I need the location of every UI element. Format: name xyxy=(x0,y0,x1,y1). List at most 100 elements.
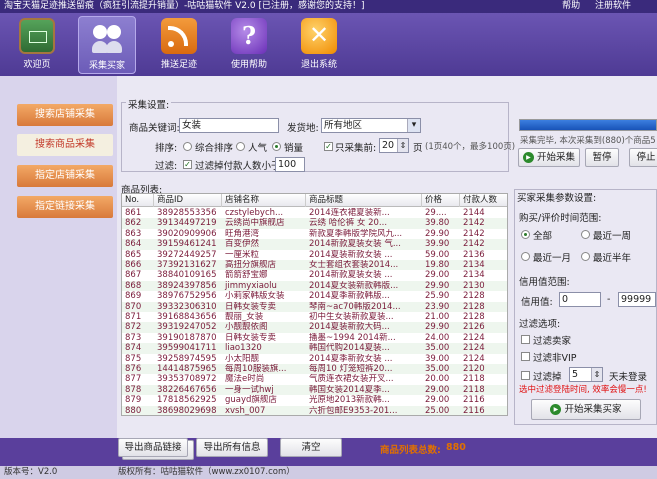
filter-login-checkbox[interactable] xyxy=(521,371,530,380)
range-all-radio[interactable] xyxy=(521,230,530,239)
table-cell: 25.90 xyxy=(425,291,450,302)
table-cell: 2124 xyxy=(463,332,485,343)
col-product-title[interactable]: 商品标题 xyxy=(306,194,422,207)
table-cell: 一厘米粒 xyxy=(225,249,260,260)
credit-max-input[interactable]: 99999 xyxy=(618,292,656,307)
toolbar-exit-button[interactable]: ✕ 退出系统 xyxy=(290,16,348,74)
clear-button[interactable]: 清空 xyxy=(280,438,342,457)
export-all-button[interactable]: 导出所有信息 xyxy=(196,438,268,457)
range-week-radio[interactable] xyxy=(581,230,590,239)
table-cell: 每周10服装旗... xyxy=(225,364,287,374)
table-cell: 2014夏装新款女装 ... xyxy=(309,249,393,260)
table-cell: 初中生女装新款夏装... xyxy=(309,312,394,322)
toolbar-collect-buyers-button[interactable]: 采集买家 xyxy=(78,16,136,74)
help-link[interactable]: 帮助 xyxy=(562,1,580,11)
table-row[interactable]: 876 14414875965 每周10服装旗... 每周10 灯笼短裤20... 35… xyxy=(122,364,507,375)
col-shop-name[interactable]: 店铺名称 xyxy=(222,194,306,207)
table-cell: 2128 xyxy=(463,301,485,312)
table-cell: 39.90 xyxy=(425,239,450,250)
progress-bar xyxy=(519,119,657,131)
range-month-label: 最近一月 xyxy=(533,253,572,264)
ship-from-select[interactable]: 所有地区 xyxy=(321,118,421,133)
register-link[interactable]: 注册软件 xyxy=(595,1,631,11)
table-cell: 39599041711 xyxy=(157,343,217,354)
range-month-radio[interactable] xyxy=(521,252,530,261)
range-halfyear-radio[interactable] xyxy=(581,252,590,261)
table-cell: 869 xyxy=(125,291,142,302)
filter-payers-input[interactable]: 100 xyxy=(275,157,305,172)
table-cell: 六折包邮E9353-201... xyxy=(309,405,398,416)
col-payers[interactable]: 付款人数 xyxy=(460,194,507,207)
table-cell: 39272449257 xyxy=(157,249,217,260)
login-days-input[interactable]: 5 xyxy=(569,367,603,382)
filter-seller-checkbox[interactable] xyxy=(521,335,530,344)
table-row[interactable]: 879 17818562925 guayd旗舰店 光原地2013新款韩... 29.00… xyxy=(122,395,507,406)
filter-label: 过滤: xyxy=(155,161,178,172)
table-cell: 一身一试hwj xyxy=(225,384,274,395)
toolbar-welcome-button[interactable]: 欢迎页 xyxy=(8,16,66,74)
table-row[interactable]: 878 38226467656 一身一试hwj 韩国女装2014夏季... 29.00 2… xyxy=(122,384,507,396)
table-cell: 14414875965 xyxy=(157,364,217,374)
table-cell: 2014夏季新款韩版... xyxy=(309,291,390,302)
table-row[interactable]: 866 37392131627 高扭分旗舰店 女士套组衣套装2014... 19.80 2… xyxy=(122,260,507,271)
col-no[interactable]: No. xyxy=(122,194,154,207)
keyword-input[interactable]: 女装 xyxy=(179,118,279,133)
table-row[interactable]: 867 38840109165 箭箭舒宝娜 2014新款夏装女装 ... 29.00 21… xyxy=(122,270,507,281)
table-row[interactable]: 870 39332306310 日韩女装专卖 琴南~ac70韩版2014... 23.9… xyxy=(122,301,507,313)
table-row[interactable]: 871 39168843656 靓丽_女装 初中生女装新款夏装... 21.00 2128 xyxy=(122,312,507,323)
sidebar-specified-shop[interactable]: 指定店铺采集 xyxy=(17,165,113,187)
only-first-checkbox[interactable]: ✓ xyxy=(324,142,333,151)
credit-min-input[interactable]: 0 xyxy=(559,292,601,307)
keyword-label: 商品关键词: xyxy=(129,123,180,134)
toolbar-help-label: 使用帮助 xyxy=(230,60,267,70)
table-cell: 2014夏女装新款韩版... xyxy=(309,280,399,291)
pages-input[interactable]: 20 xyxy=(379,138,409,153)
toolbar-help-button[interactable]: ? 使用帮助 xyxy=(220,16,278,74)
table-row[interactable]: 868 38924397856 jimmyxiaolu 2014夏女装新款韩版... 2… xyxy=(122,280,507,292)
toolbar-push-footprint-button[interactable]: 推送足迹 xyxy=(150,16,208,74)
start-collect-button[interactable]: 开始采集 xyxy=(518,148,580,167)
table-row[interactable]: 869 38976752956 小莉家韩版女装 2014夏季新款韩版... 25.90 2… xyxy=(122,291,507,302)
col-price[interactable]: 价格 xyxy=(422,194,460,207)
col-product-id[interactable]: 商品ID xyxy=(154,194,222,207)
toolbar-welcome-label: 欢迎页 xyxy=(23,60,51,70)
product-table[interactable]: No. 商品ID 店铺名称 商品标题 价格 付款人数 861 3892855335… xyxy=(121,193,508,416)
table-row[interactable]: 874 39599041711 liao1320 韩国代购2014夏装... 35.00… xyxy=(122,343,507,354)
export-links-button-bottom[interactable]: 导出商品链接 xyxy=(118,438,188,457)
sort-sales-radio[interactable] xyxy=(272,142,281,151)
table-cell: 2116 xyxy=(463,405,485,416)
table-row[interactable]: 875 39258974595 小太阳靓 2014夏季新款女装 ... 39.00 212… xyxy=(122,353,507,365)
table-row[interactable]: 865 39272449257 一厘米粒 2014夏装新款女装 ... 59.00 213… xyxy=(122,249,507,261)
sort-general-radio[interactable] xyxy=(183,142,192,151)
table-row[interactable]: 862 39134497219 云绣尚中旗舰店 云绣 哈伦裤 女 20... 39.80… xyxy=(122,218,507,229)
stop-button[interactable]: 停止 xyxy=(629,148,657,167)
sort-popularity-radio[interactable] xyxy=(236,142,245,151)
copyright-text: 版权所有：咕咕猫软件（www.zx0107.com） xyxy=(118,467,295,477)
table-row[interactable]: 863 39020909906 旺角港湾 新款夏季韩版学院风九... 29.90 2142 xyxy=(122,228,507,240)
sidebar-specified-link[interactable]: 指定链接采集 xyxy=(17,196,113,218)
pause-button[interactable]: 暂停 xyxy=(585,148,619,167)
table-cell: 29.... xyxy=(425,208,447,218)
table-row[interactable]: 880 38698029698 xvsh_007 六折包邮E9353-201... 25… xyxy=(122,405,507,416)
table-cell: 880 xyxy=(125,405,142,416)
table-row[interactable]: 864 39159461241 百变伊然 2014新款夏装女装 气... 39.90 21… xyxy=(122,239,507,250)
filter-vip-checkbox[interactable] xyxy=(521,352,530,361)
help-icon: ? xyxy=(231,18,267,54)
start-collect-buyers-button[interactable]: 开始采集买家 xyxy=(531,399,641,420)
left-sidebar: 搜索店铺采集 搜索商品采集 指定店铺采集 指定链接采集 xyxy=(0,76,117,438)
table-cell: 21.00 xyxy=(425,312,450,322)
rss-icon xyxy=(161,18,197,54)
table-cell: 863 xyxy=(125,228,142,239)
sidebar-search-shop[interactable]: 搜索店铺采集 xyxy=(17,104,113,126)
table-row[interactable]: 873 39190187870 日韩女装专卖 播墨~1994 2014新... 24.0… xyxy=(122,332,507,344)
table-cell: 39190187870 xyxy=(157,332,217,343)
filter-payers-checkbox[interactable]: ✓ xyxy=(183,160,192,169)
table-cell: xvsh_007 xyxy=(225,405,266,416)
table-row[interactable]: 877 39353708972 魔法e时尚 气质连衣裙女装开叉... 20.00 2118 xyxy=(122,374,507,385)
table-cell: 气质连衣裙女装开叉... xyxy=(309,374,394,385)
table-row[interactable]: 872 39319247052 小靓靓依阁 2014夏装新款大码... 29.90 212… xyxy=(122,322,507,333)
sidebar-search-product[interactable]: 搜索商品采集 xyxy=(17,134,113,156)
table-row[interactable]: 861 38928553356 czstylebych... 2014连衣裙夏装新..… xyxy=(122,208,507,219)
table-cell: 38840109165 xyxy=(157,270,217,281)
toolbar-collect-buyers-label: 采集买家 xyxy=(88,61,125,71)
